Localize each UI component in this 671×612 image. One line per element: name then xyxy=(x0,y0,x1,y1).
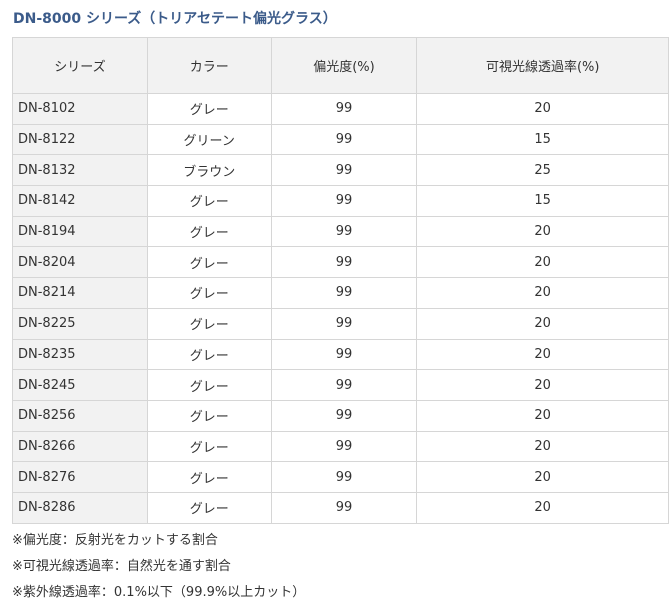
cell-color: グレー xyxy=(146,399,272,432)
cell-polarization: 99 xyxy=(270,338,418,371)
cell-color: グレー xyxy=(146,461,272,493)
cell-polarization: 99 xyxy=(270,307,418,340)
cell-series: DN-8102 xyxy=(12,93,148,125)
table-row: DN-8204 グレー 99 20 xyxy=(12,246,669,279)
cell-polarization: 99 xyxy=(270,461,418,493)
note-uv: ※紫外線透過率：0.1%以下（99.9%以上カット） xyxy=(12,585,306,600)
cell-transmittance: 20 xyxy=(416,215,669,248)
header-color: カラー xyxy=(146,37,272,94)
table-row: DN-8256 グレー 99 20 xyxy=(12,399,669,432)
cell-color: グレー xyxy=(146,338,272,371)
cell-color: グレー xyxy=(146,277,272,309)
cell-series: DN-8256 xyxy=(12,399,148,432)
table-row: DN-8214 グレー 99 20 xyxy=(12,277,669,309)
cell-transmittance: 20 xyxy=(416,307,669,340)
header-polarization: 偏光度(%) xyxy=(270,37,418,94)
cell-series: DN-8245 xyxy=(12,369,148,401)
cell-series: DN-8235 xyxy=(12,338,148,371)
table-header-row: シリーズ カラー 偏光度(%) 可視光線透過率(%) xyxy=(12,37,669,94)
cell-transmittance: 20 xyxy=(416,338,669,371)
cell-transmittance: 15 xyxy=(416,185,669,217)
cell-polarization: 99 xyxy=(270,369,418,401)
cell-color: グレー xyxy=(146,369,272,401)
cell-series: DN-8225 xyxy=(12,307,148,340)
cell-polarization: 99 xyxy=(270,491,418,524)
cell-polarization: 99 xyxy=(270,185,418,217)
cell-polarization: 99 xyxy=(270,430,418,463)
cell-transmittance: 25 xyxy=(416,154,669,187)
note-transmittance: ※可視光線透過率：自然光を通す割合 xyxy=(12,559,231,574)
cell-series: DN-8214 xyxy=(12,277,148,309)
table-row: DN-8235 グレー 99 20 xyxy=(12,338,669,371)
page-title: DN-8000 シリーズ（トリアセテート偏光グラス） xyxy=(13,11,337,27)
cell-transmittance: 20 xyxy=(416,461,669,493)
table-row: DN-8286 グレー 99 20 xyxy=(12,491,669,524)
cell-polarization: 99 xyxy=(270,154,418,187)
cell-series: DN-8132 xyxy=(12,154,148,187)
cell-color: グレー xyxy=(146,430,272,463)
cell-series: DN-8122 xyxy=(12,123,148,156)
table-row: DN-8142 グレー 99 15 xyxy=(12,185,669,217)
cell-transmittance: 20 xyxy=(416,246,669,279)
table-row: DN-8102 グレー 99 20 xyxy=(12,93,669,125)
cell-series: DN-8276 xyxy=(12,461,148,493)
cell-series: DN-8266 xyxy=(12,430,148,463)
header-series: シリーズ xyxy=(12,37,148,94)
cell-series: DN-8142 xyxy=(12,185,148,217)
table-row: DN-8276 グレー 99 20 xyxy=(12,461,669,493)
cell-color: グレー xyxy=(146,246,272,279)
cell-color: グレー xyxy=(146,491,272,524)
cell-series: DN-8204 xyxy=(12,246,148,279)
table-row: DN-8132 ブラウン 99 25 xyxy=(12,154,669,187)
cell-polarization: 99 xyxy=(270,399,418,432)
cell-color: グレー xyxy=(146,307,272,340)
cell-transmittance: 20 xyxy=(416,399,669,432)
cell-color: ブラウン xyxy=(146,154,272,187)
cell-color: グレー xyxy=(146,185,272,217)
cell-polarization: 99 xyxy=(270,93,418,125)
table-row: DN-8122 グリーン 99 15 xyxy=(12,123,669,156)
cell-color: グリーン xyxy=(146,123,272,156)
table-row: DN-8194 グレー 99 20 xyxy=(12,215,669,248)
cell-polarization: 99 xyxy=(270,123,418,156)
cell-color: グレー xyxy=(146,215,272,248)
table-row: DN-8245 グレー 99 20 xyxy=(12,369,669,401)
cell-transmittance: 20 xyxy=(416,491,669,524)
notes: ※偏光度：反射光をカットする割合 ※可視光線透過率：自然光を通す割合 ※紫外線透… xyxy=(12,528,305,606)
header-transmittance: 可視光線透過率(%) xyxy=(416,37,669,94)
cell-series: DN-8194 xyxy=(12,215,148,248)
cell-transmittance: 15 xyxy=(416,123,669,156)
note-polarization: ※偏光度：反射光をカットする割合 xyxy=(12,533,218,548)
cell-color: グレー xyxy=(146,93,272,125)
cell-transmittance: 20 xyxy=(416,277,669,309)
cell-transmittance: 20 xyxy=(416,430,669,463)
cell-transmittance: 20 xyxy=(416,369,669,401)
cell-polarization: 99 xyxy=(270,246,418,279)
table-row: DN-8225 グレー 99 20 xyxy=(12,307,669,340)
cell-series: DN-8286 xyxy=(12,491,148,524)
cell-polarization: 99 xyxy=(270,215,418,248)
spec-table: シリーズ カラー 偏光度(%) 可視光線透過率(%) DN-8102 グレー 99 2… xyxy=(12,37,669,524)
cell-transmittance: 20 xyxy=(416,93,669,125)
cell-polarization: 99 xyxy=(270,277,418,309)
table-row: DN-8266 グレー 99 20 xyxy=(12,430,669,463)
